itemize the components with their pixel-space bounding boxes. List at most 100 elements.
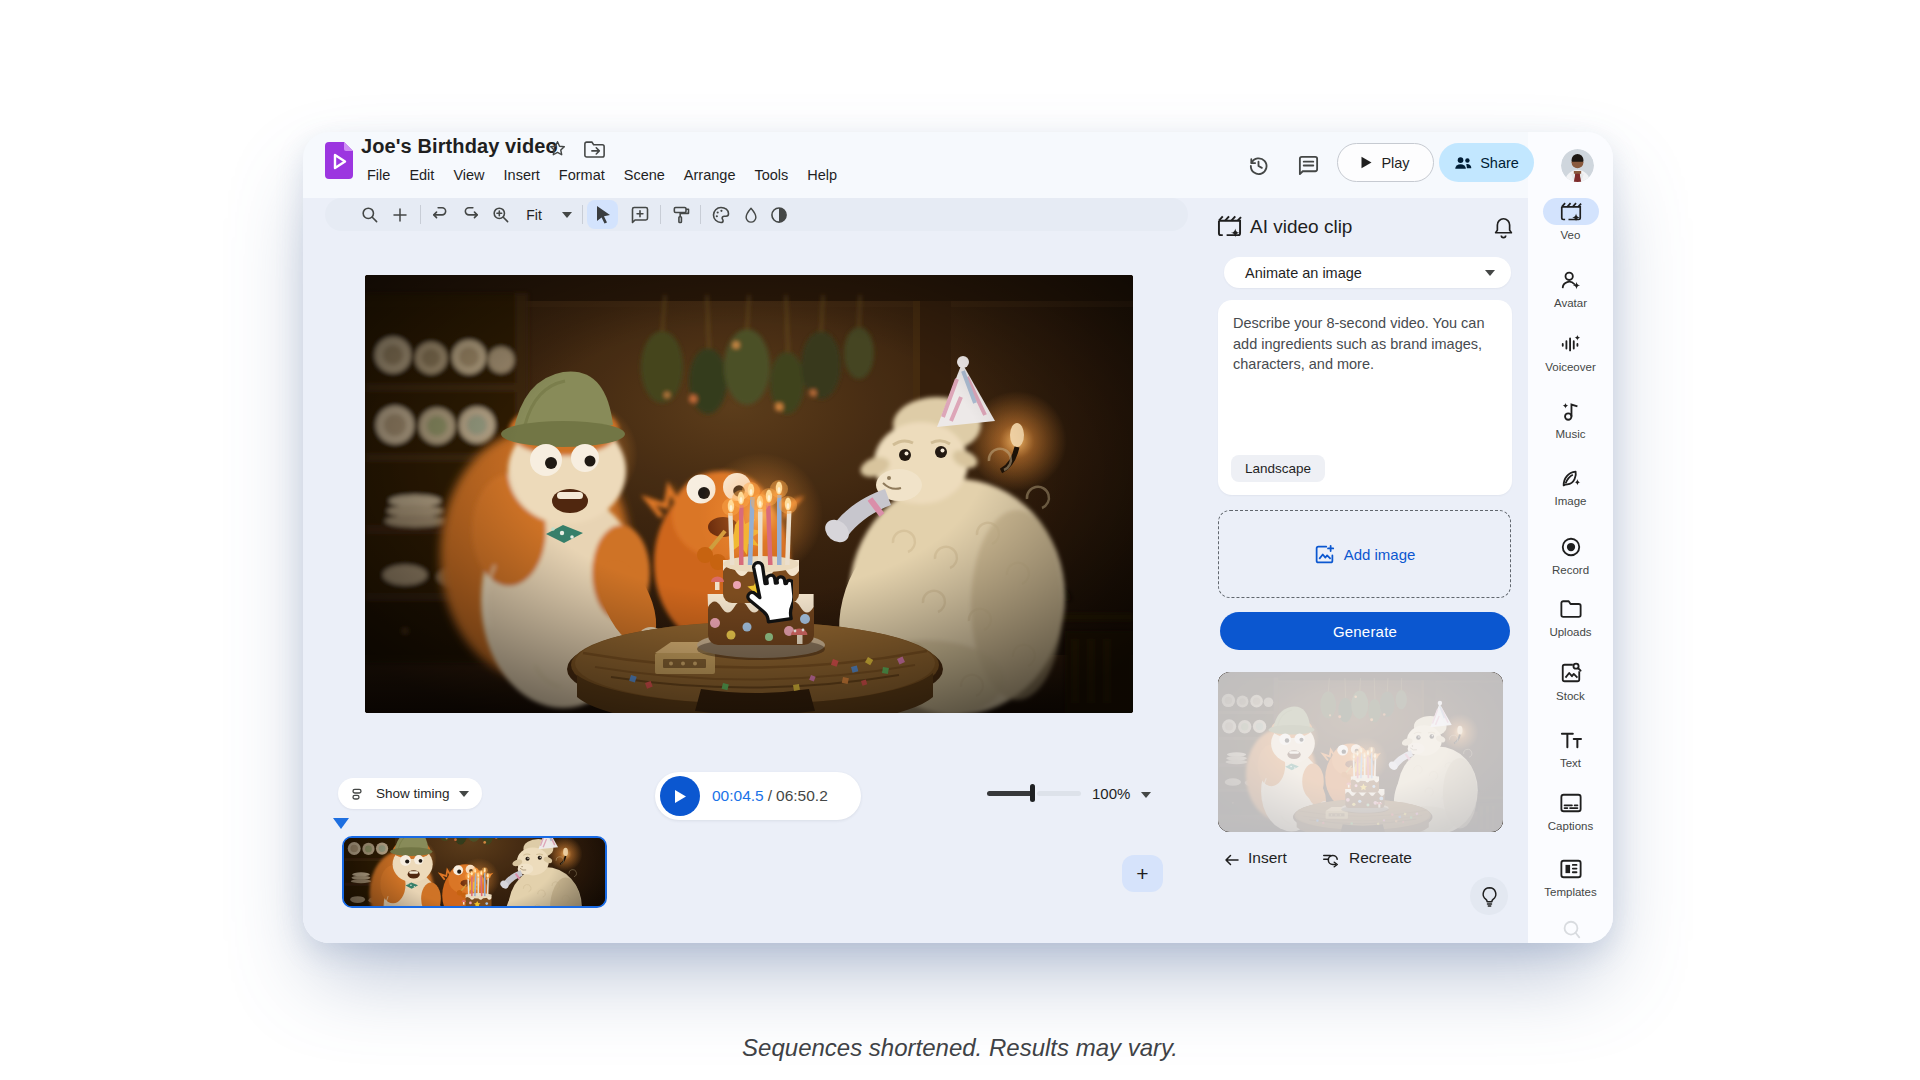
- comment-icon[interactable]: [1297, 154, 1320, 181]
- video-canvas[interactable]: [365, 275, 1133, 713]
- sidebar-item-captions[interactable]: Captions: [1528, 789, 1613, 832]
- sidebar-item-more: [1528, 916, 1613, 943]
- menu-format[interactable]: Format: [559, 167, 605, 183]
- aspect-ratio-chip[interactable]: Landscape: [1231, 455, 1325, 482]
- show-timing-icon: [351, 786, 367, 802]
- sidebar-item-uploads[interactable]: Uploads: [1528, 595, 1613, 638]
- caret-down-icon: [1485, 270, 1495, 276]
- current-time: 00:04.5: [712, 787, 764, 805]
- templates-icon: [1543, 855, 1599, 882]
- sidebar-item-image[interactable]: Image: [1528, 464, 1613, 507]
- menu-help[interactable]: Help: [807, 167, 837, 183]
- hand-cursor: [739, 560, 793, 632]
- voiceover-icon: [1543, 330, 1599, 357]
- sidebar-item-text[interactable]: Text: [1528, 726, 1613, 769]
- caret-down-icon: [459, 791, 469, 797]
- history-icon[interactable]: [1247, 154, 1270, 181]
- play-button[interactable]: Play: [1337, 143, 1434, 182]
- captions-icon: [1543, 789, 1599, 816]
- search-icon[interactable]: [358, 198, 380, 231]
- panel-title: AI video clip: [1250, 216, 1352, 238]
- menu-tools[interactable]: Tools: [754, 167, 788, 183]
- vids-logo[interactable]: [325, 142, 353, 183]
- menu-arrange[interactable]: Arrange: [684, 167, 736, 183]
- sidebar-item-record[interactable]: Record: [1528, 533, 1613, 576]
- sidebar-item-stock[interactable]: Stock: [1528, 659, 1613, 702]
- zoom-slider-handle[interactable]: [1030, 784, 1035, 802]
- share-button[interactable]: Share: [1439, 143, 1534, 182]
- record-icon: [1543, 533, 1599, 560]
- people-icon: [1454, 156, 1472, 170]
- timeline-clip-thumbnail[interactable]: [342, 836, 607, 908]
- menubar: File Edit View Insert Format Scene Arran…: [367, 167, 837, 183]
- page-background: Joe's Birthday video File Edit View Inse…: [0, 0, 1920, 1080]
- fit-dropdown[interactable]: Fit: [521, 198, 547, 231]
- app-window: Joe's Birthday video File Edit View Inse…: [303, 132, 1613, 943]
- music-icon: [1543, 397, 1599, 424]
- prompt-placeholder: Describe your 8-second video. You can ad…: [1233, 313, 1501, 375]
- veo-icon: [1217, 214, 1242, 242]
- caret-down-icon[interactable]: [559, 198, 575, 231]
- sidebar-item-avatar[interactable]: Avatar: [1528, 266, 1613, 309]
- paint-roller-icon[interactable]: [668, 198, 694, 231]
- bell-icon[interactable]: [1493, 216, 1514, 243]
- move-folder-icon[interactable]: [584, 141, 605, 163]
- menu-insert[interactable]: Insert: [504, 167, 540, 183]
- arrow-left-icon[interactable]: [1222, 851, 1242, 873]
- sidebar-item-templates[interactable]: Templates: [1528, 855, 1613, 898]
- add-image-icon: [1314, 544, 1335, 565]
- total-time: 06:50.2: [776, 787, 828, 805]
- droplet-icon[interactable]: [738, 198, 764, 231]
- lightbulb-button[interactable]: [1470, 877, 1508, 915]
- add-scene-button[interactable]: +: [1122, 855, 1163, 892]
- avatar-sparkle-icon: [1543, 266, 1599, 293]
- zoom-level[interactable]: 100%: [1092, 785, 1130, 802]
- uploads-icon: [1543, 595, 1599, 622]
- add-icon[interactable]: [389, 198, 411, 231]
- show-timing-dropdown[interactable]: Show timing: [338, 778, 482, 809]
- time-display: 00:04.5 / 06:50.2: [712, 772, 828, 820]
- image-sparkle-icon: [1543, 464, 1599, 491]
- toolbar-divider: [660, 205, 661, 224]
- play-icon: [1361, 156, 1372, 169]
- stock-icon: [1543, 659, 1599, 686]
- zoom-in-icon[interactable]: [489, 198, 511, 231]
- menu-view[interactable]: View: [453, 167, 484, 183]
- sidebar-item-voiceover[interactable]: Voiceover: [1528, 330, 1613, 373]
- contrast-icon[interactable]: [766, 198, 792, 231]
- document-title[interactable]: Joe's Birthday video: [361, 135, 558, 158]
- timeline-play-button[interactable]: [660, 776, 700, 816]
- prompt-input[interactable]: Describe your 8-second video. You can ad…: [1218, 300, 1512, 495]
- sidebar-item-veo[interactable]: Veo: [1528, 198, 1613, 241]
- generate-button[interactable]: Generate: [1220, 612, 1510, 650]
- select-tool-icon[interactable]: [589, 198, 617, 231]
- playback-pill: 00:04.5 / 06:50.2: [655, 772, 861, 820]
- recreate-icon[interactable]: [1320, 851, 1341, 873]
- playhead-marker[interactable]: [333, 818, 349, 829]
- menu-scene[interactable]: Scene: [624, 167, 665, 183]
- veo-icon: [1543, 198, 1599, 225]
- toolbar-divider: [582, 205, 583, 224]
- redo-icon[interactable]: [459, 198, 481, 231]
- zoom-slider-track-remainder[interactable]: [1037, 791, 1081, 796]
- mode-dropdown[interactable]: Animate an image: [1224, 257, 1511, 288]
- sidebar-item-music[interactable]: Music: [1528, 397, 1613, 440]
- text-icon: [1543, 726, 1599, 753]
- zoom-slider-track[interactable]: [987, 791, 1033, 796]
- caret-down-icon[interactable]: [1141, 792, 1151, 798]
- toolbar-divider: [420, 205, 421, 224]
- add-image-button[interactable]: Add image: [1218, 510, 1511, 598]
- menu-file[interactable]: File: [367, 167, 390, 183]
- avatar[interactable]: [1561, 149, 1594, 182]
- generated-video-thumbnail[interactable]: [1218, 672, 1503, 832]
- undo-icon[interactable]: [429, 198, 451, 231]
- add-comment-icon[interactable]: [627, 198, 653, 231]
- menu-edit[interactable]: Edit: [409, 167, 434, 183]
- disclaimer-caption: Sequences shortened. Results may vary.: [0, 1034, 1920, 1062]
- faded-icon: [1543, 916, 1599, 943]
- insert-button[interactable]: Insert: [1248, 849, 1287, 867]
- star-icon[interactable]: [548, 139, 567, 162]
- palette-icon[interactable]: [708, 198, 734, 231]
- toolbar: Fit: [325, 198, 1188, 231]
- recreate-button[interactable]: Recreate: [1349, 849, 1412, 867]
